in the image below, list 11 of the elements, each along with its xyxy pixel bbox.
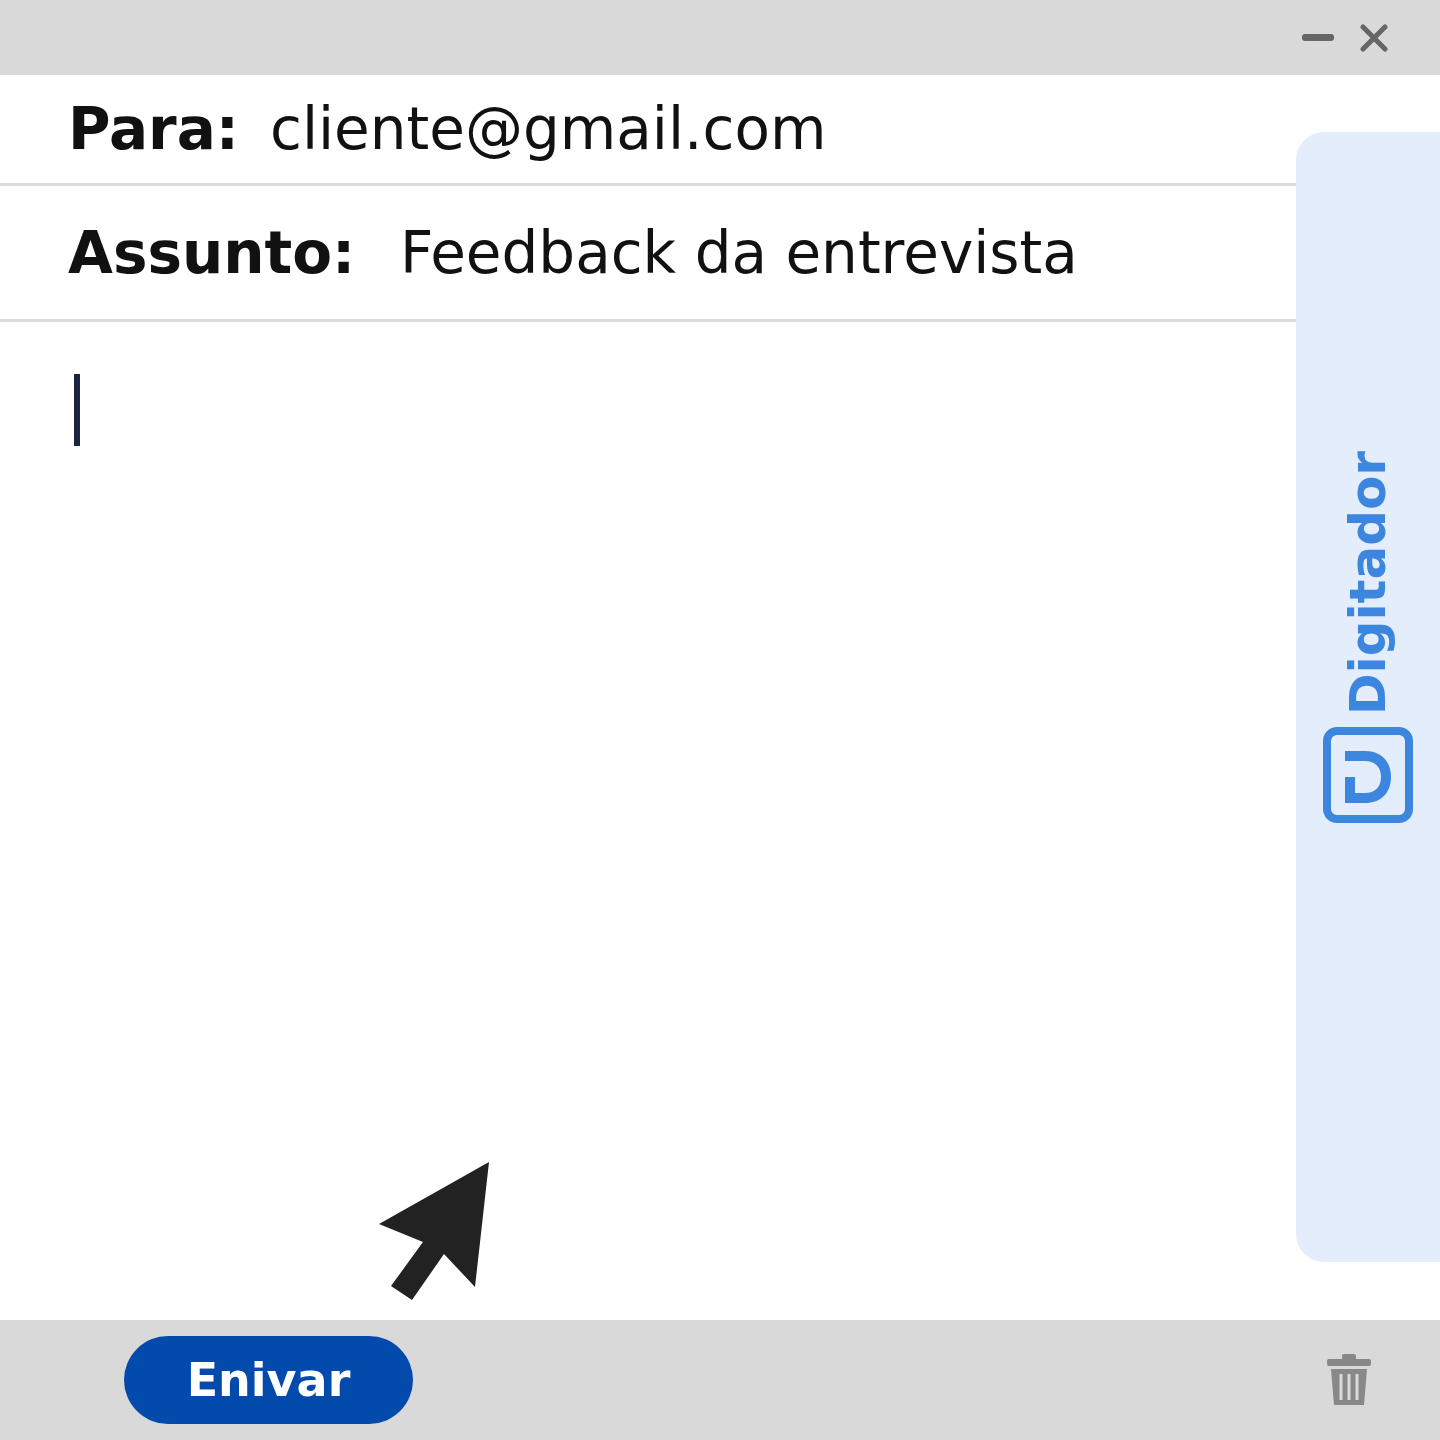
send-button[interactable]: Enivar (124, 1336, 413, 1424)
logo-icon (1323, 727, 1413, 823)
trash-icon[interactable] (1326, 1353, 1372, 1407)
field-label: Assunto: (68, 218, 357, 287)
brand-name: Digitador (1338, 451, 1398, 715)
minimize-button[interactable] (1302, 33, 1334, 42)
field-label: Para: (68, 95, 241, 163)
mouse-pointer-icon (378, 1162, 490, 1302)
subject-field[interactable]: Feedback da entrevista (400, 218, 1078, 287)
close-button[interactable] (1360, 23, 1388, 52)
recipient-field[interactable]: cliente@gmail.com (270, 95, 827, 163)
